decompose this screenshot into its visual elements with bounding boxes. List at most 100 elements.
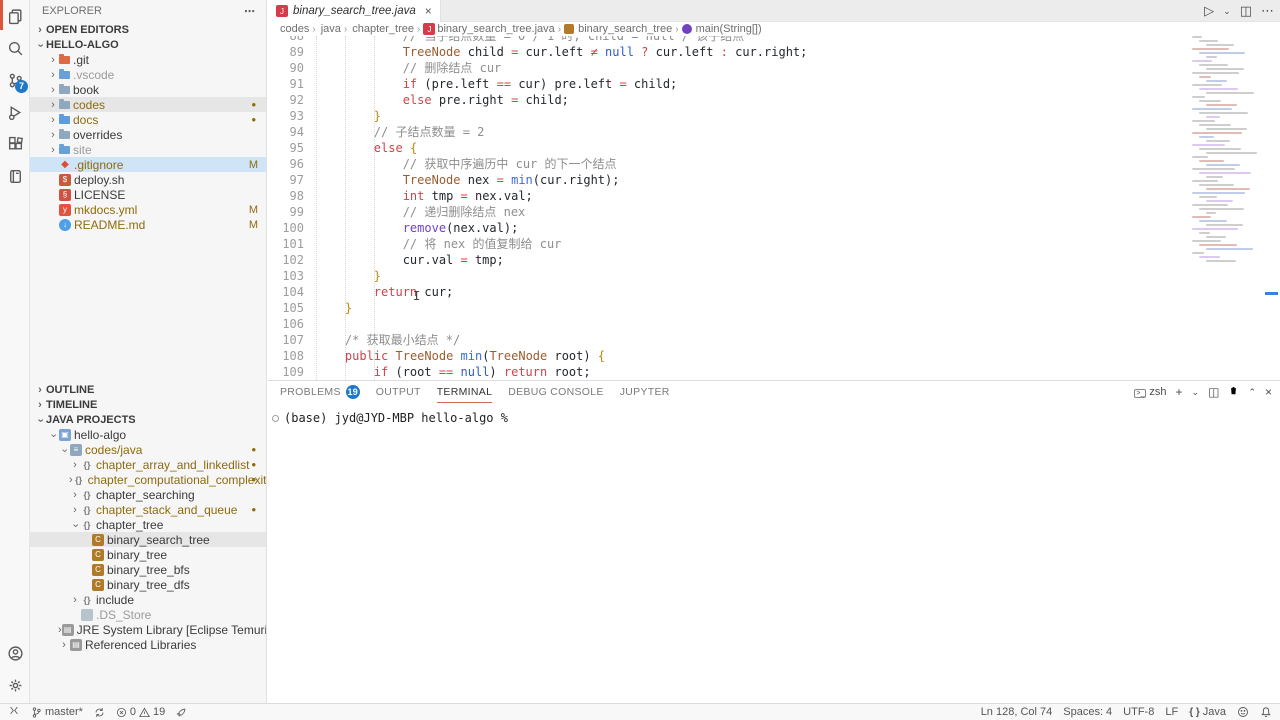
tree-item-jre-system-library-eclipse-temurin-17-17...[interactable]: ›▤JRE System Library [Eclipse Temurin 17… bbox=[30, 622, 266, 637]
section-root-folder[interactable]: ›HELLO-ALGO bbox=[30, 37, 266, 52]
breadcrumb-item[interactable]: codes bbox=[278, 23, 309, 35]
folder-icon bbox=[59, 86, 70, 94]
java-mode-rocket[interactable] bbox=[176, 707, 187, 718]
tab-binary_search_tree.java[interactable]: Jbinary_search_tree.java× bbox=[268, 0, 441, 22]
tree-item-mkdocs.yml[interactable]: ymkdocs.ymlM bbox=[30, 202, 266, 217]
breadcrumb-item[interactable]: chapter_tree bbox=[350, 23, 414, 35]
panel-tab-output[interactable]: OUTPUT bbox=[376, 381, 421, 403]
editor-group: Jbinary_search_tree.java× ▷⌄◫⋯ codes›jav… bbox=[268, 0, 1280, 703]
explorer-icon[interactable] bbox=[0, 0, 30, 32]
panel-tab-terminal[interactable]: TERMINAL bbox=[437, 381, 493, 403]
more-actions-icon[interactable]: ⋯ bbox=[1261, 3, 1274, 19]
tree-item-binary_tree[interactable]: Cbinary_tree bbox=[30, 547, 266, 562]
tree-item-docs[interactable]: ›docs• bbox=[30, 112, 266, 127]
notifications-bell[interactable] bbox=[1260, 706, 1272, 718]
tree-item-binary_tree_dfs[interactable]: Cbinary_tree_dfs bbox=[30, 577, 266, 592]
panel-tab-problems[interactable]: PROBLEMS19 bbox=[280, 381, 360, 403]
git-branch[interactable]: master* bbox=[31, 706, 83, 718]
class-icon: C bbox=[92, 534, 104, 546]
tree-item-.gitignore[interactable]: ◆.gitignoreM bbox=[30, 157, 266, 172]
indentation[interactable]: Spaces: 4 bbox=[1063, 706, 1112, 718]
maximize-panel-icon[interactable]: ⌃ bbox=[1248, 387, 1256, 398]
eol[interactable]: LF bbox=[1165, 706, 1178, 718]
project-icon: ▣ bbox=[59, 429, 71, 441]
tree-item-chapter_searching[interactable]: ›{}chapter_searching bbox=[30, 487, 266, 502]
tree-item-.git[interactable]: ›.git bbox=[30, 52, 266, 67]
shell-selector[interactable]: >_zsh bbox=[1134, 386, 1166, 398]
tree-item-chapter_stack_and_queue[interactable]: ›{}chapter_stack_and_queue• bbox=[30, 502, 266, 517]
tree-item-hello-algo[interactable]: ›▣hello-algo bbox=[30, 427, 266, 442]
new-terminal-icon[interactable]: + bbox=[1176, 385, 1183, 399]
tree-item-chapter_array_and_linkedlist[interactable]: ›{}chapter_array_and_linkedlist• bbox=[30, 457, 266, 472]
close-panel-icon[interactable]: × bbox=[1265, 385, 1272, 399]
tree-item-include[interactable]: ›{}include bbox=[30, 592, 266, 607]
cursor-position[interactable]: Ln 128, Col 74 bbox=[981, 706, 1053, 718]
split-terminal-icon[interactable]: ◫ bbox=[1208, 385, 1219, 399]
source-control-icon[interactable]: 7 bbox=[0, 64, 30, 96]
folder-icon bbox=[59, 71, 70, 79]
code-line-89: 89 TreeNode child = cur.left ≠ null ? cu… bbox=[268, 44, 1280, 60]
java-file-icon: J bbox=[276, 5, 288, 17]
encoding[interactable]: UTF-8 bbox=[1123, 706, 1154, 718]
code-line-103: 103 } bbox=[268, 268, 1280, 284]
breadcrumb-item[interactable]: Jbinary_search_tree.java bbox=[423, 23, 554, 35]
tree-item-overrides[interactable]: ›overrides bbox=[30, 127, 266, 142]
search-icon[interactable] bbox=[0, 32, 30, 64]
library-icon: ▤ bbox=[62, 624, 74, 636]
section-timeline[interactable]: ›TIMELINE bbox=[30, 397, 266, 412]
settings-gear-icon[interactable] bbox=[0, 669, 30, 701]
run-debug-icon[interactable] bbox=[0, 96, 30, 128]
tree-item-referenced-libraries[interactable]: ›▤Referenced Libraries bbox=[30, 637, 266, 652]
code-line-92: 92 else pre.right = child; bbox=[268, 92, 1280, 108]
language-mode[interactable]: { }Java bbox=[1189, 706, 1226, 718]
terminal-dropdown-icon[interactable]: ⌄ bbox=[1192, 387, 1200, 398]
feedback-smiley[interactable] bbox=[1237, 706, 1249, 718]
kill-terminal-icon[interactable] bbox=[1228, 385, 1239, 399]
class-icon: C bbox=[92, 579, 104, 591]
folder-icon bbox=[59, 116, 70, 124]
tree-item-codes-java[interactable]: ›≡codes/java• bbox=[30, 442, 266, 457]
sync-icon[interactable] bbox=[94, 707, 105, 718]
tree-item-chapter_tree[interactable]: ›{}chapter_tree bbox=[30, 517, 266, 532]
tree-item-.vscode[interactable]: ›.vscode bbox=[30, 67, 266, 82]
terminal-prompt[interactable]: (base) jyd@JYD-MBP hello-algo % bbox=[284, 411, 508, 425]
tree-item-binary_tree_bfs[interactable]: Cbinary_tree_bfs bbox=[30, 562, 266, 577]
tree-item-deploy.sh[interactable]: $deploy.sh bbox=[30, 172, 266, 187]
problems-summary[interactable]: 019 bbox=[116, 706, 165, 718]
split-editor-icon[interactable]: ◫ bbox=[1240, 3, 1252, 19]
code-editor[interactable]: 88 // 当子结点数量 = 0 / 1 时, child = null / 该… bbox=[268, 36, 1280, 380]
section-outline[interactable]: ›OUTLINE bbox=[30, 382, 266, 397]
notebook-icon[interactable] bbox=[0, 160, 30, 192]
tree-item-readme.md[interactable]: ↓README.mdM bbox=[30, 217, 266, 232]
breadcrumb-item[interactable]: binary_search_tree bbox=[564, 23, 672, 35]
java-file-icon: J bbox=[423, 23, 435, 35]
section-open-editors[interactable]: ›OPEN EDITORS bbox=[30, 22, 266, 37]
account-icon[interactable] bbox=[0, 637, 30, 669]
tree-item-.ds_store[interactable]: .DS_Store bbox=[30, 607, 266, 622]
remote-indicator[interactable] bbox=[8, 707, 20, 718]
minimap[interactable] bbox=[1192, 36, 1266, 332]
tree-item-site[interactable]: ›site bbox=[30, 142, 266, 157]
section-java-projects[interactable]: ›JAVA PROJECTS bbox=[30, 412, 266, 427]
panel-tab-jupyter[interactable]: JUPYTER bbox=[620, 381, 670, 403]
breadcrumb-item[interactable]: java bbox=[319, 23, 341, 35]
git-modified-dot: • bbox=[251, 447, 256, 453]
markdown-icon: ↓ bbox=[59, 219, 71, 231]
tab-close-icon[interactable]: × bbox=[425, 4, 432, 18]
tree-item-binary_search_tree[interactable]: Cbinary_search_tree bbox=[30, 532, 266, 547]
tree-item-license[interactable]: §LICENSE bbox=[30, 187, 266, 202]
folder-icon bbox=[59, 146, 70, 154]
extensions-icon[interactable] bbox=[0, 128, 30, 160]
code-line-93: 93 } bbox=[268, 108, 1280, 124]
run-dropdown[interactable]: ⌄ bbox=[1223, 6, 1231, 17]
tree-item-chapter_computational_complexity[interactable]: ›{}chapter_computational_complexity• bbox=[30, 472, 266, 487]
package-icon: ≡ bbox=[70, 444, 82, 456]
tree-item-codes[interactable]: ›codes• bbox=[30, 97, 266, 112]
braces-icon: {} bbox=[81, 520, 93, 530]
run-button[interactable]: ▷ bbox=[1204, 3, 1214, 19]
sidebar-more-actions-icon[interactable]: ⋯ bbox=[244, 5, 256, 18]
breadcrumb-item[interactable]: main(String[]) bbox=[682, 23, 762, 35]
code-line-102: 102 cur.val = tmp; bbox=[268, 252, 1280, 268]
tree-item-book[interactable]: ›book bbox=[30, 82, 266, 97]
panel-tab-debug-console[interactable]: DEBUG CONSOLE bbox=[508, 381, 604, 403]
